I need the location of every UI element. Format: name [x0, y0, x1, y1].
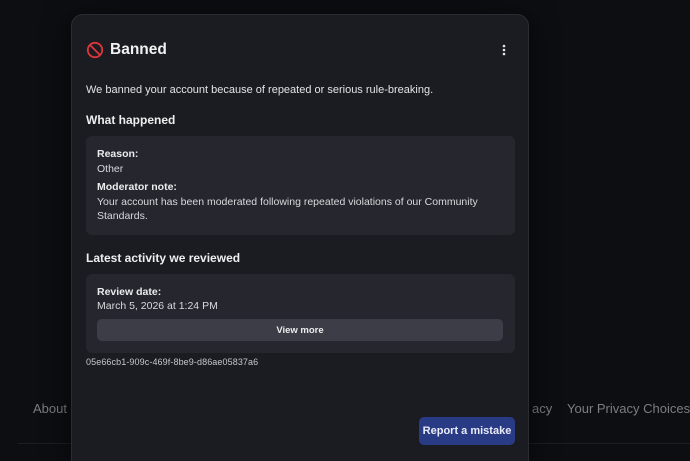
latest-activity-heading: Latest activity we reviewed: [86, 251, 241, 265]
what-happened-heading: What happened: [86, 113, 176, 127]
reference-id: 05e66cb1-909c-469f-8be9-d86ae05837a6: [86, 357, 259, 367]
privacy-choices-label: Your Privacy Choices: [567, 401, 690, 416]
review-date-label: Review date:: [97, 286, 162, 298]
ban-icon: [86, 41, 104, 59]
footer-privacy-choices-link[interactable]: Your Privacy Choices: [567, 401, 690, 416]
what-happened-card: Reason: Other Moderator note: Your accou…: [86, 136, 515, 235]
moderator-note-value: Your account has been moderated followin…: [97, 196, 478, 222]
view-more-button[interactable]: View more: [97, 319, 503, 341]
ban-dialog: Banned We banned your account because of…: [71, 14, 529, 461]
more-vertical-icon[interactable]: [494, 40, 514, 60]
footer-privacy-link[interactable]: acy: [532, 401, 552, 416]
latest-activity-card: Review date: March 5, 2026 at 1:24 PM Vi…: [86, 274, 515, 353]
dialog-intro-text: We banned your account because of repeat…: [86, 84, 434, 96]
dialog-title: Banned: [110, 41, 167, 58]
page: About U acy Your Privacy Choices Banned: [0, 0, 690, 461]
moderator-note-label: Moderator note:: [97, 181, 177, 193]
review-date-value: March 5, 2026 at 1:24 PM: [97, 300, 218, 312]
reason-label: Reason:: [97, 148, 139, 160]
report-mistake-button[interactable]: Report a mistake: [419, 417, 515, 445]
dialog-header: Banned: [86, 40, 514, 62]
reason-value: Other: [97, 163, 124, 175]
